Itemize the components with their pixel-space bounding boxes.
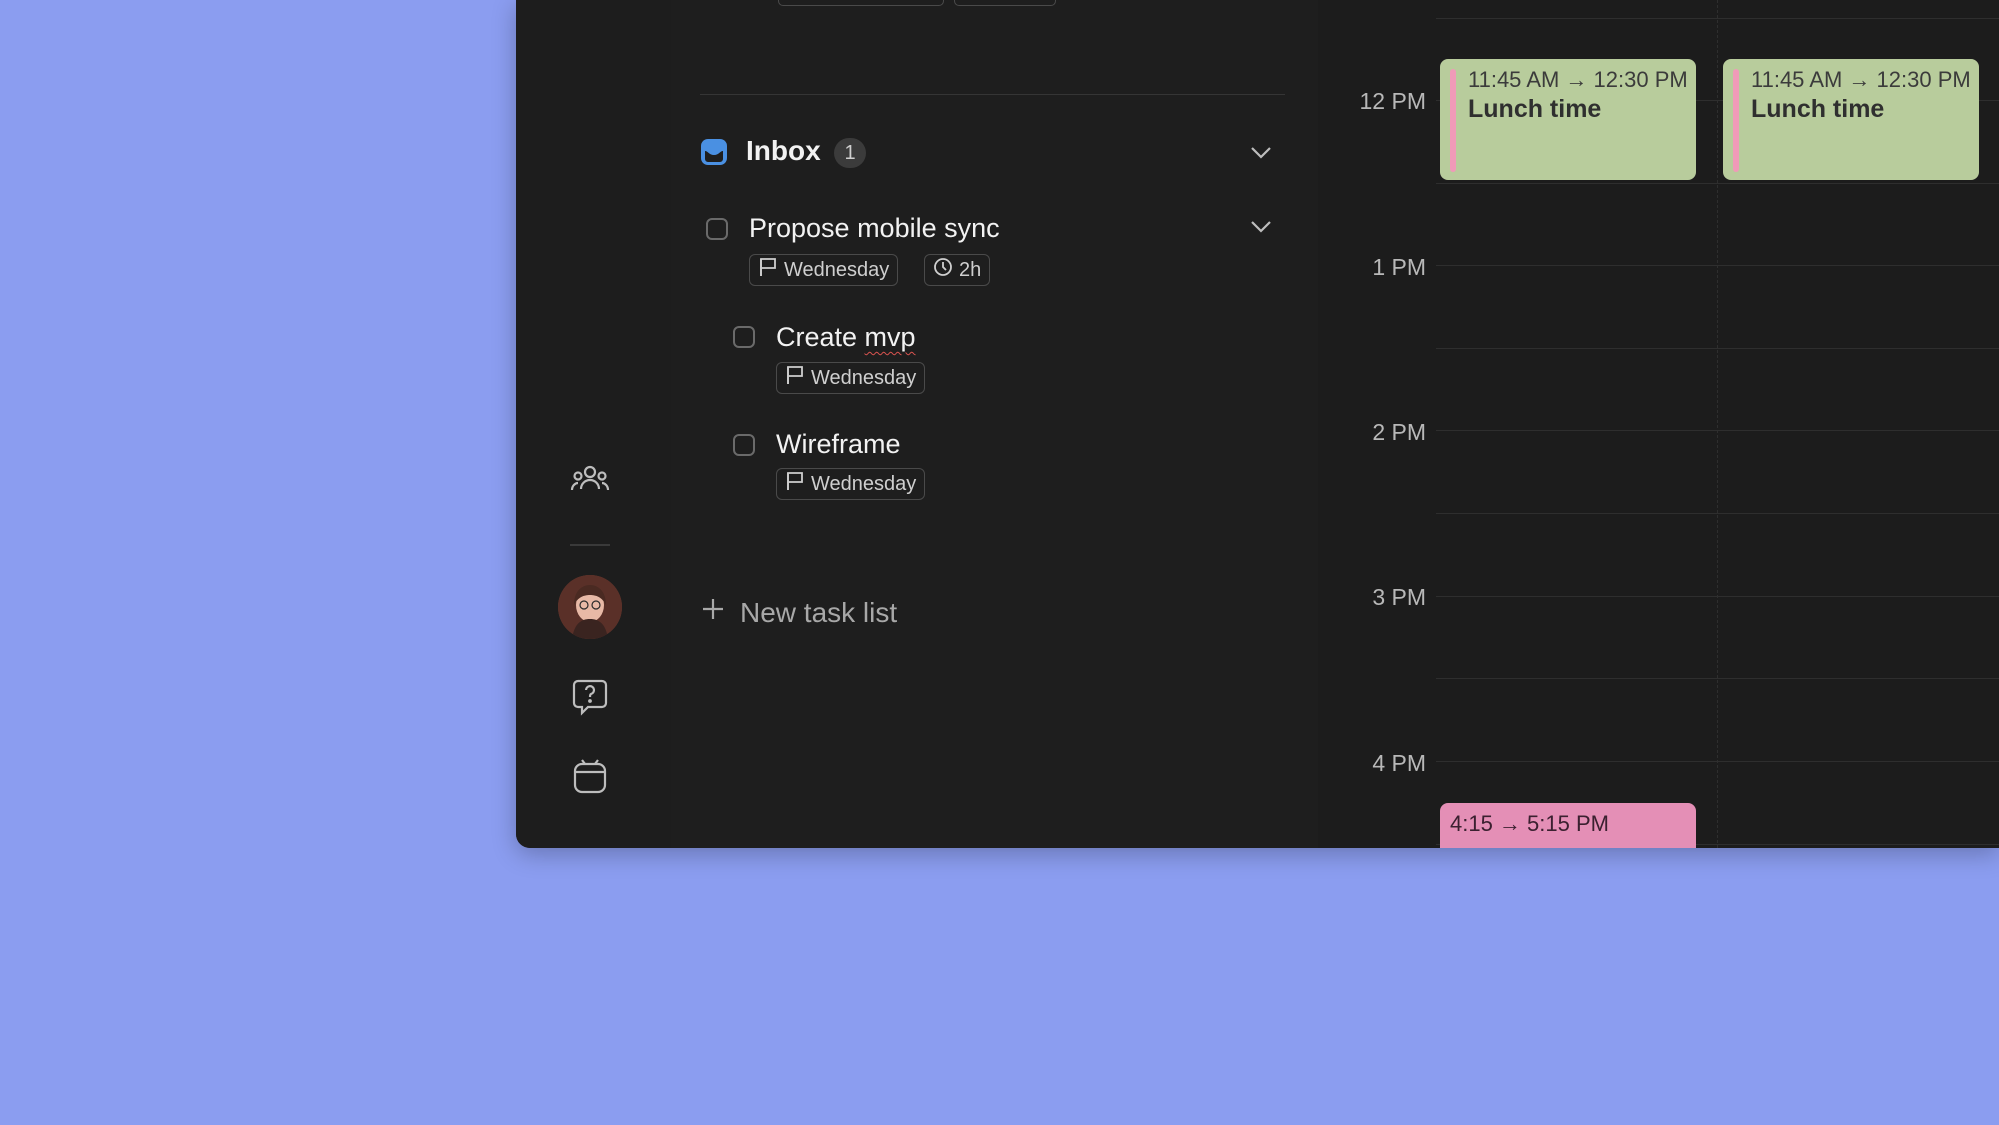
duration-label: 2h — [959, 258, 982, 281]
event-time: 11:45 AM → 12:30 PM — [1468, 67, 1688, 92]
task-title[interactable]: Wireframe — [776, 429, 901, 460]
task-title[interactable]: Create mvp — [776, 322, 916, 353]
calendar-event[interactable]: 4:15 → 5:15 PM — [1440, 803, 1696, 848]
half-hour-line — [1436, 183, 1999, 184]
day-divider — [1717, 0, 1718, 848]
event-time: 4:15 → 5:15 PM — [1450, 811, 1609, 836]
hour-label: 12 PM — [1359, 88, 1426, 114]
calendar-app-icon[interactable] — [570, 756, 610, 796]
task-checkbox[interactable] — [733, 326, 755, 348]
hour-line — [1436, 761, 1999, 762]
people-icon[interactable] — [570, 460, 610, 500]
spellcheck-word: mvp — [864, 322, 916, 352]
flag-icon — [758, 257, 778, 283]
due-date-chip[interactable]: Wednesday — [776, 468, 926, 500]
plus-icon — [700, 596, 726, 629]
task-title-text: Create mvp — [776, 322, 916, 352]
tasks-panel — [671, 0, 1334, 848]
inbox-count-badge: 1 — [834, 138, 866, 168]
calendar-event[interactable]: 11:45 AM → 12:30 PM Lunch time — [1440, 59, 1696, 180]
task-title[interactable]: Propose mobile sync — [749, 213, 1000, 244]
due-date-chip[interactable]: Wednesday — [776, 362, 926, 394]
rail-divider — [570, 544, 610, 546]
hour-line — [1436, 596, 1999, 597]
hour-label: 2 PM — [1372, 419, 1426, 445]
hour-line — [1436, 430, 1999, 431]
new-task-list-button[interactable]: New task list — [700, 596, 897, 629]
section-divider — [700, 94, 1285, 95]
half-hour-line — [1436, 678, 1999, 679]
chevron-down-icon[interactable] — [1250, 220, 1272, 234]
hour-label: 3 PM — [1372, 584, 1426, 610]
due-date-label: Wednesday — [784, 258, 890, 281]
task-chip — [954, 0, 1056, 6]
due-date-label: Wednesday — [811, 366, 917, 389]
sidebar-rail — [516, 0, 672, 848]
flag-icon — [785, 365, 805, 391]
half-hour-line — [1436, 513, 1999, 514]
event-title: Lunch time — [1751, 95, 1885, 123]
hour-label: 1 PM — [1372, 254, 1426, 280]
task-chip — [778, 0, 944, 6]
hour-line — [1436, 265, 1999, 266]
half-hour-line — [1436, 348, 1999, 349]
new-task-list-label: New task list — [740, 596, 898, 628]
due-date-chip[interactable]: Wednesday — [749, 254, 899, 286]
duration-chip[interactable]: 2h — [924, 254, 991, 286]
hour-line — [1436, 18, 1999, 19]
help-icon[interactable] — [570, 677, 610, 717]
task-checkbox[interactable] — [733, 434, 755, 456]
event-color-bar — [1733, 69, 1739, 172]
inbox-title: Inbox — [746, 135, 821, 166]
clock-icon — [933, 257, 953, 283]
due-date-label: Wednesday — [811, 472, 917, 495]
chevron-down-icon[interactable] — [1250, 146, 1272, 160]
calendar-event[interactable]: 11:45 AM → 12:30 PM Lunch time — [1723, 59, 1979, 180]
event-time: 11:45 AM → 12:30 PM — [1751, 67, 1971, 92]
avatar[interactable] — [558, 575, 622, 639]
hour-label: 4 PM — [1372, 750, 1426, 776]
event-title: Lunch time — [1468, 95, 1602, 123]
inbox-icon — [700, 138, 728, 166]
event-color-bar — [1450, 69, 1456, 172]
task-checkbox[interactable] — [706, 218, 728, 240]
flag-icon — [785, 471, 805, 497]
